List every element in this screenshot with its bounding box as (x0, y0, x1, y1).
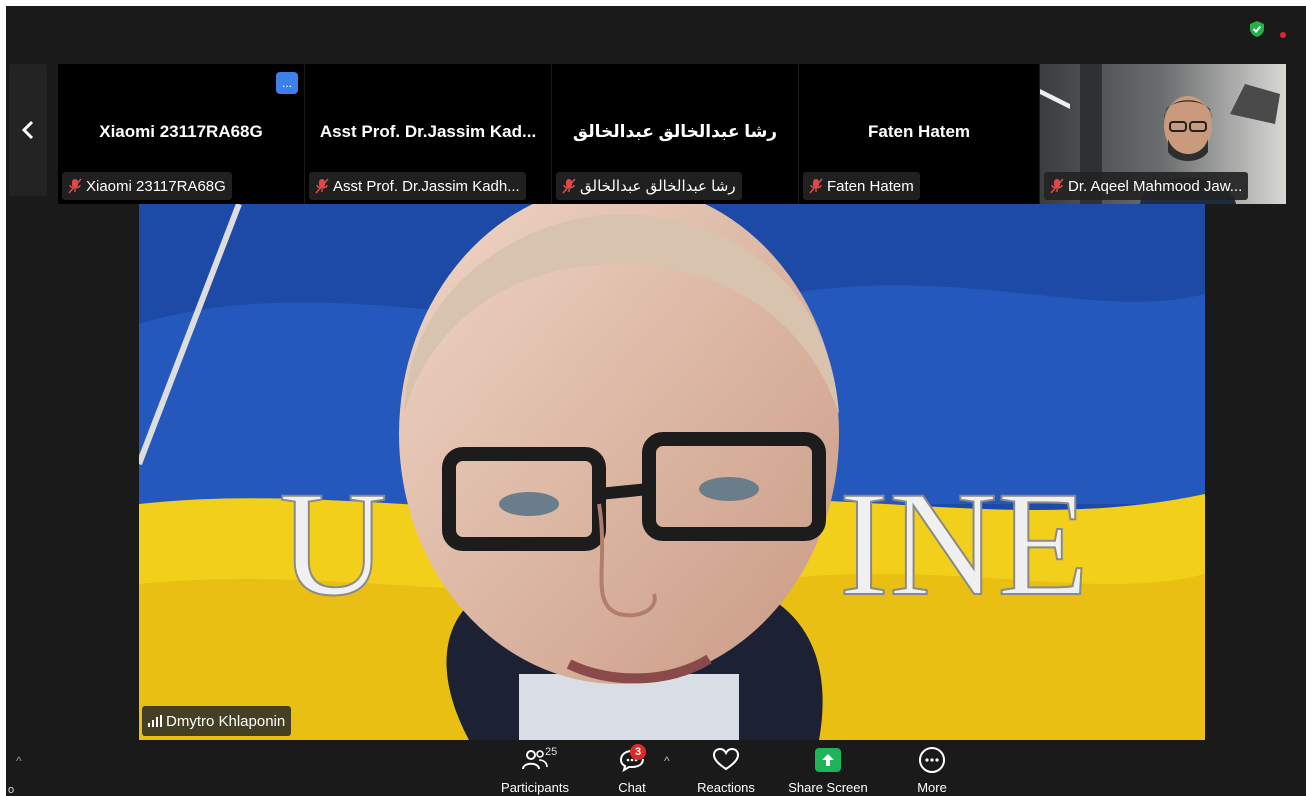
caret-up-icon[interactable]: ^ (16, 754, 22, 768)
participant-name: Asst Prof. Dr.Jassim Kad... (319, 122, 537, 141)
heart-icon (712, 748, 740, 771)
participant-tag-label: Dr. Aqeel Mahmood Jaw... (1068, 177, 1243, 195)
participant-name-tag: رشا عبدالخالق عبدالخالق (556, 172, 742, 200)
active-speaker-name-tag: Dmytro Khlaponin (142, 706, 292, 736)
arrow-up-icon (822, 754, 834, 766)
recording-dot (1280, 32, 1286, 38)
chat-label: Chat (618, 780, 646, 795)
participant-name-tag: Asst Prof. Dr.Jassim Kadh... (309, 172, 526, 200)
participants-label: Participants (501, 780, 569, 795)
more-options-button[interactable]: ... (276, 72, 298, 94)
share-screen-button[interactable]: Share Screen (786, 746, 870, 796)
participants-button[interactable]: 25 Participants (493, 746, 577, 796)
mic-muted-icon (809, 178, 823, 194)
participant-tile[interactable]: Faten Hatem Faten Hatem (799, 64, 1039, 204)
participant-tag-label: Asst Prof. Dr.Jassim Kadh... (333, 177, 520, 195)
chat-unread-badge: 3 (630, 744, 646, 760)
share-screen-icon (815, 748, 841, 772)
meeting-window: ... Xiaomi 23117RA68G Xiaomi 23117RA68G … (6, 6, 1306, 796)
flag-text-left: U (279, 461, 387, 627)
participants-count: 25 (545, 746, 558, 758)
flag-text-right: INE (839, 461, 1089, 627)
speaker-video-frame: U INE (139, 204, 1205, 740)
participant-video-tile[interactable]: Dr. Aqeel Mahmood Jaw... (1040, 64, 1286, 204)
previous-page-button[interactable] (9, 64, 47, 196)
more-icon (919, 747, 945, 773)
reactions-label: Reactions (697, 780, 755, 795)
mic-muted-icon (68, 178, 82, 194)
share-screen-label: Share Screen (788, 780, 868, 795)
participant-tag-label: رشا عبدالخالق عبدالخالق (580, 178, 736, 195)
participant-tile[interactable]: رشا عبدالخالق عبدالخالق رشا عبدالخالق عب… (552, 64, 798, 204)
participant-tile[interactable]: ... Xiaomi 23117RA68G Xiaomi 23117RA68G (58, 64, 304, 204)
shield-check-icon[interactable] (1248, 20, 1266, 38)
participant-tag-label: Xiaomi 23117RA68G (86, 177, 226, 195)
participant-tag-label: Faten Hatem (827, 177, 914, 195)
active-speaker-name: Dmytro Khlaponin (166, 712, 286, 730)
edge-letter: o (8, 784, 15, 796)
participant-name: Faten Hatem (867, 122, 971, 141)
mic-muted-icon (315, 178, 329, 194)
chat-button[interactable]: 3 Chat (590, 744, 674, 796)
participant-name-tag: Xiaomi 23117RA68G (62, 172, 232, 200)
chevron-left-icon (22, 120, 34, 140)
mic-muted-icon (562, 178, 576, 194)
participant-tile[interactable]: Asst Prof. Dr.Jassim Kad... Asst Prof. D… (305, 64, 551, 204)
participant-name-tag: Faten Hatem (803, 172, 920, 200)
participant-name: رشا عبدالخالق عبدالخالق (572, 122, 778, 141)
signal-strength-icon (148, 715, 162, 727)
chat-caret-icon[interactable]: ^ (664, 754, 670, 768)
more-button[interactable]: More (890, 746, 974, 796)
active-speaker-video[interactable]: U INE (139, 204, 1205, 740)
participant-name-tag: Dr. Aqeel Mahmood Jaw... (1044, 172, 1249, 200)
more-label: More (917, 780, 947, 795)
reactions-button[interactable]: Reactions (684, 746, 768, 796)
mic-muted-icon (1050, 178, 1064, 194)
top-bar (6, 6, 1306, 64)
participant-name: Xiaomi 23117RA68G (99, 122, 263, 141)
